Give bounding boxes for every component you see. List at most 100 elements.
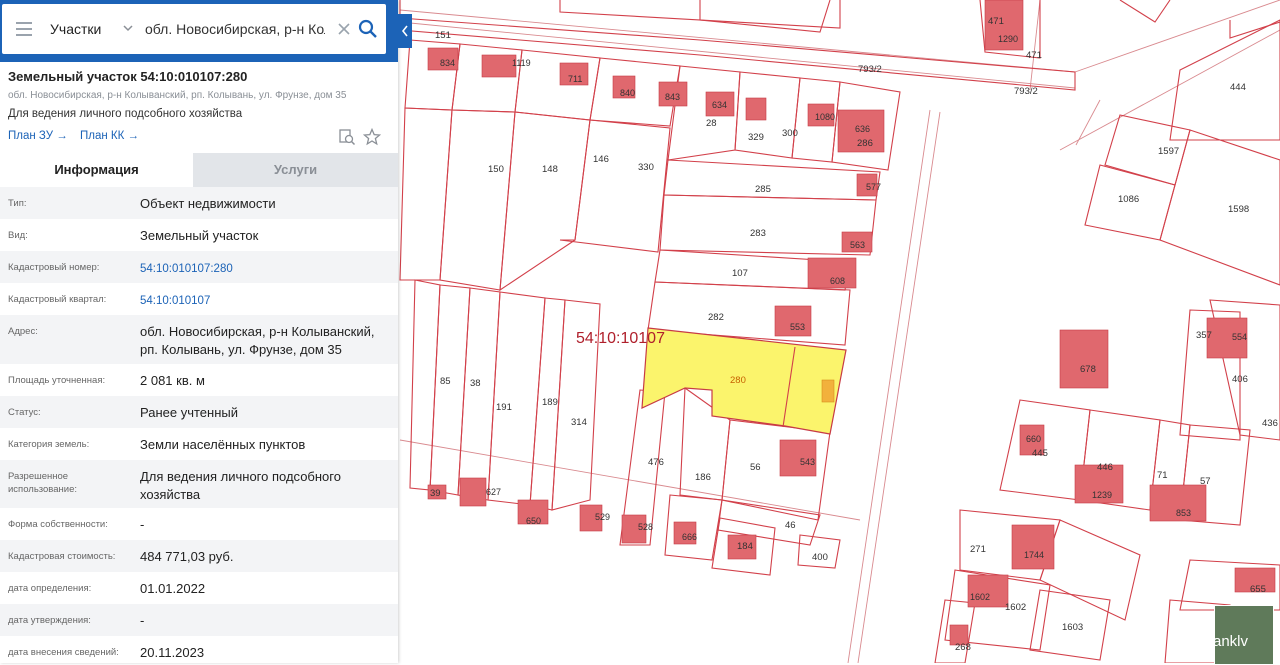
svg-text:314: 314: [571, 417, 587, 428]
svg-text:528: 528: [638, 522, 653, 532]
svg-text:1597: 1597: [1158, 146, 1179, 157]
info-value: 01.01.2022: [140, 581, 206, 596]
info-key: Кадастровая стоимость:: [8, 551, 116, 562]
arrow-right-icon: →: [127, 130, 140, 142]
svg-text:286: 286: [857, 138, 873, 149]
parcel-purpose: Для ведения личного подсобного хозяйства: [8, 108, 243, 120]
svg-text:577: 577: [866, 182, 881, 192]
info-row-status: Статус: Ранее учтенный: [0, 396, 398, 428]
svg-text:28: 28: [706, 118, 717, 129]
search-icon[interactable]: [357, 18, 379, 40]
svg-text:1744: 1744: [1024, 550, 1044, 560]
svg-text:85: 85: [440, 376, 451, 387]
svg-text:329: 329: [748, 132, 764, 143]
svg-text:1239: 1239: [1092, 490, 1112, 500]
tab-services[interactable]: Услуги: [193, 153, 398, 187]
svg-text:1603: 1603: [1062, 622, 1083, 633]
info-value: -: [140, 517, 145, 532]
info-value: Для ведения личного подсобного хозяйства: [140, 469, 341, 502]
svg-text:268: 268: [955, 642, 971, 653]
svg-text:1119: 1119: [512, 58, 531, 68]
star-icon[interactable]: [363, 128, 381, 146]
menu-icon[interactable]: [16, 22, 32, 36]
svg-text:406: 406: [1232, 374, 1248, 385]
svg-text:636: 636: [855, 124, 870, 134]
roads: [399, 0, 1280, 663]
svg-text:357: 357: [1196, 330, 1212, 341]
info-value: -: [140, 613, 145, 628]
info-row-area: Площадь уточненная: 2 081 кв. м: [0, 364, 398, 396]
info-row-kind: Вид: Земельный участок: [0, 219, 398, 251]
svg-text:330: 330: [638, 162, 654, 173]
cadastral-quarter-link[interactable]: 54:10:010107: [140, 292, 390, 310]
svg-text:184: 184: [737, 541, 753, 552]
info-table: Тип: Объект недвижимости Вид: Земельный …: [0, 187, 398, 663]
svg-text:191: 191: [496, 402, 512, 413]
svg-text:655: 655: [1250, 584, 1266, 595]
info-value: Объект недвижимости: [140, 196, 276, 211]
svg-text:553: 553: [790, 322, 805, 332]
arrow-right-icon: →: [56, 130, 68, 142]
info-row-determination-date: дата определения: 01.01.2022: [0, 572, 398, 604]
svg-text:563: 563: [850, 240, 865, 250]
info-row-land-category: Категория земель: Земли населённых пункт…: [0, 428, 398, 460]
info-row-permitted-use: Разрешенное использование: Для ведения л…: [0, 460, 398, 508]
info-row-type: Тип: Объект недвижимости: [0, 187, 398, 219]
collapse-panel-button[interactable]: [398, 14, 412, 48]
search-bar: Участки: [0, 0, 398, 62]
svg-text:543: 543: [800, 457, 815, 467]
svg-text:150: 150: [488, 164, 504, 175]
parcel-address: обл. Новосибирская, р-н Колыванский, рп.…: [8, 90, 347, 101]
svg-text:678: 678: [1080, 364, 1096, 375]
search-plot-icon[interactable]: [338, 128, 356, 146]
info-key: Вид:: [8, 230, 28, 241]
info-row-approval-date: дата утверждения: -: [0, 604, 398, 636]
svg-text:554: 554: [1232, 332, 1247, 342]
svg-text:107: 107: [732, 268, 748, 279]
selected-cadastral-label: 54:10:10107: [576, 330, 665, 347]
svg-text:476: 476: [648, 457, 664, 468]
svg-text:634: 634: [712, 100, 727, 110]
svg-text:834: 834: [440, 58, 455, 68]
parcel-title: Земельный участок 54:10:010107:280: [8, 69, 248, 84]
selected-parcel[interactable]: 54:10:10107 280: [576, 327, 847, 435]
info-panel: Участки Земельный участок 54:10:010107:2…: [0, 0, 398, 663]
plan-kk-link[interactable]: План КК →: [80, 130, 139, 142]
svg-text:471: 471: [988, 16, 1004, 27]
info-value: 20.11.2023: [140, 645, 205, 660]
chevron-down-icon[interactable]: [122, 22, 134, 34]
svg-text:1086: 1086: [1118, 194, 1139, 205]
info-value: Ранее учтенный: [140, 405, 238, 420]
info-row-ownership: Форма собственности: -: [0, 508, 398, 540]
svg-text:1290: 1290: [998, 34, 1018, 44]
search-input[interactable]: [145, 17, 325, 41]
svg-text:282: 282: [708, 312, 724, 323]
svg-text:71: 71: [1157, 470, 1168, 481]
svg-text:283: 283: [750, 228, 766, 239]
svg-text:400: 400: [812, 552, 828, 563]
svg-text:1080: 1080: [815, 112, 835, 122]
info-value: Земельный участок: [140, 228, 259, 243]
svg-text:436: 436: [1262, 418, 1278, 429]
svg-text:793/2: 793/2: [1014, 86, 1038, 97]
info-key: Форма собственности:: [8, 519, 108, 530]
svg-text:46: 46: [785, 520, 796, 531]
info-value: 484 771,03 руб.: [140, 549, 234, 564]
info-key: Статус:: [8, 407, 41, 418]
svg-text:608: 608: [830, 276, 845, 286]
svg-text:446: 446: [1097, 462, 1113, 473]
info-key: Кадастровый номер:: [8, 262, 100, 273]
tab-info[interactable]: Информация: [0, 153, 193, 187]
svg-text:840: 840: [620, 88, 635, 98]
layer-select[interactable]: Участки: [50, 4, 101, 54]
svg-text:1602: 1602: [1005, 602, 1026, 613]
plan-zu-link[interactable]: План ЗУ →: [8, 130, 68, 142]
info-key: дата определения:: [8, 583, 92, 594]
svg-text:627: 627: [486, 487, 501, 497]
plan-zu-label: План ЗУ: [8, 130, 54, 142]
clear-icon[interactable]: [336, 19, 352, 39]
svg-text:444: 444: [1230, 82, 1246, 93]
cadastral-number-link[interactable]: 54:10:010107:280: [140, 260, 390, 278]
svg-text:666: 666: [682, 532, 697, 542]
chevron-left-icon: [401, 25, 408, 37]
